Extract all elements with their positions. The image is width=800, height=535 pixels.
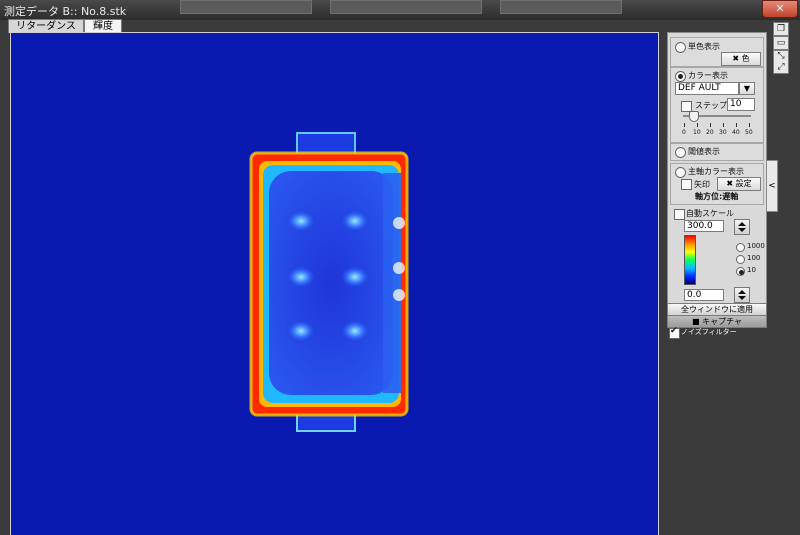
tab-retardance[interactable]: リターダンス bbox=[8, 19, 84, 33]
camera-icon: ■ bbox=[691, 317, 700, 326]
mono-radio[interactable] bbox=[675, 42, 686, 53]
slider-tick bbox=[697, 123, 698, 127]
step-input[interactable]: 10 bbox=[727, 98, 755, 111]
titlebar-decoration bbox=[180, 0, 622, 14]
palette-value: DEF AULT bbox=[678, 83, 721, 93]
axis-color-section: 主軸カラー表示 矢印 ✖ 設定 軸方位:遅軸 bbox=[670, 163, 764, 205]
scale-section: 自動スケール 300.0 1000 100 10 0.0 bbox=[670, 207, 765, 303]
axis-settings-button-label: 設定 bbox=[735, 179, 752, 188]
threshold-label: 閾値表示 bbox=[688, 147, 720, 156]
axis-settings-button[interactable]: ✖ 設定 bbox=[717, 177, 761, 191]
auto-scale-checkbox[interactable] bbox=[674, 209, 685, 220]
mono-section: 単色表示 ✖ 色 bbox=[670, 37, 764, 67]
dropdown-arrow-icon[interactable]: ▼ bbox=[739, 82, 755, 95]
slider-tick-label: 40 bbox=[732, 129, 740, 136]
window-restore-icon[interactable]: ❐ bbox=[773, 22, 789, 36]
color-display-radio[interactable] bbox=[675, 71, 686, 82]
axis-color-radio[interactable] bbox=[675, 167, 686, 178]
scale-min-spinner[interactable] bbox=[734, 287, 750, 303]
slider-tick bbox=[723, 123, 724, 127]
threshold-radio[interactable] bbox=[675, 147, 686, 158]
color-scale-bar bbox=[684, 235, 696, 285]
image-viewport[interactable] bbox=[10, 32, 659, 535]
color-display-section: カラー表示 DEF AULT ▼ ステップ 10 0 10 20 30 40 5… bbox=[670, 67, 764, 143]
scale-max-spinner[interactable] bbox=[734, 219, 750, 235]
scale-radio-1000[interactable] bbox=[736, 243, 745, 252]
scale-option-label: 100 bbox=[747, 254, 761, 262]
arrow-checkbox[interactable] bbox=[681, 179, 692, 190]
scale-option-label: 1000 bbox=[747, 242, 765, 250]
axis-orientation-text: 軸方位:遅軸 bbox=[695, 192, 739, 201]
color-display-label: カラー表示 bbox=[688, 71, 728, 80]
capture-button-label: キャプチャ bbox=[702, 317, 743, 326]
close-button[interactable]: ✕ bbox=[762, 0, 798, 18]
slider-tick-label: 10 bbox=[693, 129, 701, 136]
measurement-heatmap bbox=[249, 132, 409, 432]
chevron-left-icon[interactable]: < bbox=[766, 160, 778, 212]
hammer-icon: ✖ bbox=[726, 179, 734, 188]
window-title: 測定データ B:: No.8.stk bbox=[4, 5, 127, 18]
slider-tick bbox=[684, 123, 685, 127]
scale-radio-100[interactable] bbox=[736, 255, 745, 264]
scale-radio-10[interactable] bbox=[736, 267, 745, 276]
mono-color-button[interactable]: ✖ 色 bbox=[721, 52, 761, 66]
title-bar: 測定データ B:: No.8.stk ✕ bbox=[0, 0, 800, 20]
palette-select[interactable]: DEF AULT bbox=[675, 82, 739, 95]
arrow-label: 矢印 bbox=[694, 180, 710, 189]
auto-scale-label: 自動スケール bbox=[686, 209, 734, 218]
slider-tick-label: 20 bbox=[706, 129, 714, 136]
mono-label: 単色表示 bbox=[688, 42, 720, 51]
hammer-icon: ✖ bbox=[732, 54, 740, 63]
slider-tick-label: 30 bbox=[719, 129, 727, 136]
slider-tick-label: 50 bbox=[745, 129, 753, 136]
step-label: ステップ bbox=[695, 101, 727, 110]
slider-tick bbox=[710, 123, 711, 127]
display-settings-panel: 単色表示 ✖ 色 カラー表示 DEF AULT ▼ ステップ 10 0 10 2… bbox=[667, 32, 767, 304]
noise-filter-label: ノイズフィルター bbox=[681, 328, 737, 336]
step-slider-thumb[interactable] bbox=[689, 111, 699, 122]
threshold-section: 閾値表示 bbox=[670, 143, 764, 161]
axis-color-label: 主軸カラー表示 bbox=[688, 167, 744, 176]
mono-color-button-label: 色 bbox=[741, 54, 750, 63]
noise-filter-checkbox[interactable] bbox=[669, 326, 680, 339]
scale-max-input[interactable]: 300.0 bbox=[684, 220, 724, 232]
scale-min-input[interactable]: 0.0 bbox=[684, 289, 724, 301]
minimize-icon[interactable]: ▭ bbox=[773, 36, 789, 50]
slider-tick-label: 0 bbox=[682, 129, 686, 136]
slider-tick bbox=[749, 123, 750, 127]
fit-view-icon[interactable]: ⤡ ⤢ bbox=[773, 50, 789, 74]
scale-option-label: 10 bbox=[747, 266, 756, 274]
slider-tick bbox=[736, 123, 737, 127]
